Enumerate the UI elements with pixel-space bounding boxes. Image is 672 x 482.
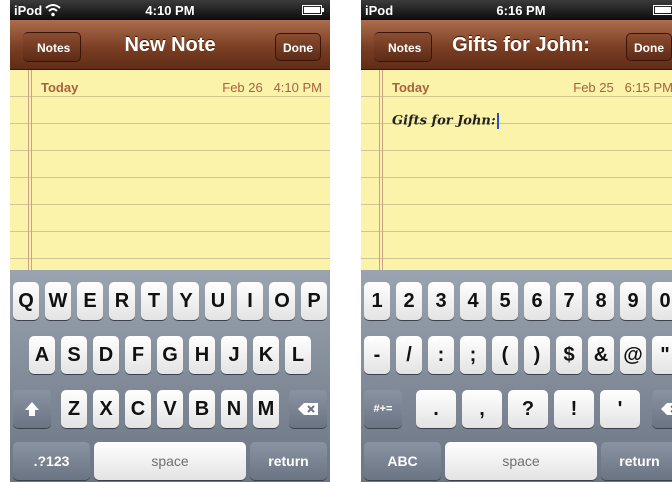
nav-bar: Notes New Note Done [10,20,330,70]
key-8[interactable]: 8 [588,282,614,320]
key-k[interactable]: K [253,336,279,374]
key-x[interactable]: X [93,390,119,428]
key-0[interactable]: 0 [652,282,672,320]
key-s[interactable]: S [61,336,87,374]
note-day: Today [392,80,430,95]
delete-key[interactable] [289,390,327,428]
key-slash[interactable]: / [396,336,422,374]
numbers-mode-key[interactable]: .?123 [13,442,90,480]
space-key[interactable]: space [445,442,597,480]
done-button[interactable]: Done [626,33,672,61]
key-g[interactable]: G [157,336,183,374]
right-screen: iPod 6:16 PM Notes Gifts for John: Done … [361,0,672,482]
key-hyphen[interactable]: - [364,336,390,374]
margin-line [28,70,32,270]
done-button[interactable]: Done [275,33,321,61]
space-key[interactable]: space [94,442,246,480]
key-j[interactable]: J [221,336,247,374]
key-2[interactable]: 2 [396,282,422,320]
status-time: 6:16 PM [496,3,546,18]
key-7[interactable]: 7 [556,282,582,320]
key-q[interactable]: Q [13,282,39,320]
text-cursor [496,113,499,129]
delete-icon [661,403,672,415]
key-semicolon[interactable]: ; [460,336,486,374]
key-6[interactable]: 6 [524,282,550,320]
key-p[interactable]: P [301,282,327,320]
shift-key[interactable] [13,390,51,428]
note-paper[interactable]: Today Feb 26 4:10 PM [10,70,330,270]
key-at[interactable]: @ [620,336,646,374]
key-d[interactable]: D [93,336,119,374]
symbols-mode-key[interactable]: #+= [364,390,402,428]
key-4[interactable]: 4 [460,282,486,320]
note-datetime: Feb 26 4:10 PM [222,80,322,95]
key-close-paren[interactable]: ) [524,336,550,374]
delete-key[interactable] [652,390,672,428]
key-exclamation[interactable]: ! [554,390,594,428]
key-c[interactable]: C [125,390,151,428]
margin-line [379,70,383,270]
note-body[interactable]: Gifts for John: [392,113,499,129]
nav-bar: Notes Gifts for John: Done [361,20,672,70]
key-r[interactable]: R [109,282,135,320]
shift-icon [25,402,39,416]
key-period[interactable]: . [416,390,456,428]
abc-mode-key[interactable]: ABC [364,442,441,480]
key-apostrophe[interactable]: ' [600,390,640,428]
key-u[interactable]: U [205,282,231,320]
key-b[interactable]: B [189,390,215,428]
key-m[interactable]: M [253,390,279,428]
key-1[interactable]: 1 [364,282,390,320]
return-key[interactable]: return [601,442,672,480]
battery-icon [302,5,324,15]
key-9[interactable]: 9 [620,282,646,320]
key-w[interactable]: W [45,282,71,320]
key-3[interactable]: 3 [428,282,454,320]
key-e[interactable]: E [77,282,103,320]
keyboard: 1 2 3 4 5 6 7 8 9 0 - / : ; ( ) $ & @ " … [361,270,672,482]
note-paper[interactable]: Today Feb 25 6:15 PM Gifts for John: [361,70,672,270]
key-o[interactable]: O [269,282,295,320]
key-question[interactable]: ? [508,390,548,428]
key-y[interactable]: Y [173,282,199,320]
delete-icon [298,403,318,415]
status-bar: iPod 6:16 PM [361,0,672,20]
left-screen: iPod 4:10 PM Notes New Note Done Today F… [10,0,330,482]
status-bar: iPod 4:10 PM [10,0,330,20]
keyboard: Q W E R T Y U I O P A S D F G H J K L Z … [10,270,330,482]
key-quote[interactable]: " [652,336,672,374]
note-datetime: Feb 25 6:15 PM [573,80,672,95]
key-open-paren[interactable]: ( [492,336,518,374]
key-i[interactable]: I [237,282,263,320]
key-h[interactable]: H [189,336,215,374]
key-comma[interactable]: , [462,390,502,428]
key-a[interactable]: A [29,336,55,374]
key-colon[interactable]: : [428,336,454,374]
key-t[interactable]: T [141,282,167,320]
note-day: Today [41,80,79,95]
key-v[interactable]: V [157,390,183,428]
key-5[interactable]: 5 [492,282,518,320]
return-key[interactable]: return [250,442,327,480]
key-z[interactable]: Z [61,390,87,428]
key-l[interactable]: L [285,336,311,374]
key-n[interactable]: N [221,390,247,428]
key-dollar[interactable]: $ [556,336,582,374]
status-time: 4:10 PM [145,3,195,18]
key-ampersand[interactable]: & [588,336,614,374]
battery-icon [653,5,672,15]
key-f[interactable]: F [125,336,151,374]
